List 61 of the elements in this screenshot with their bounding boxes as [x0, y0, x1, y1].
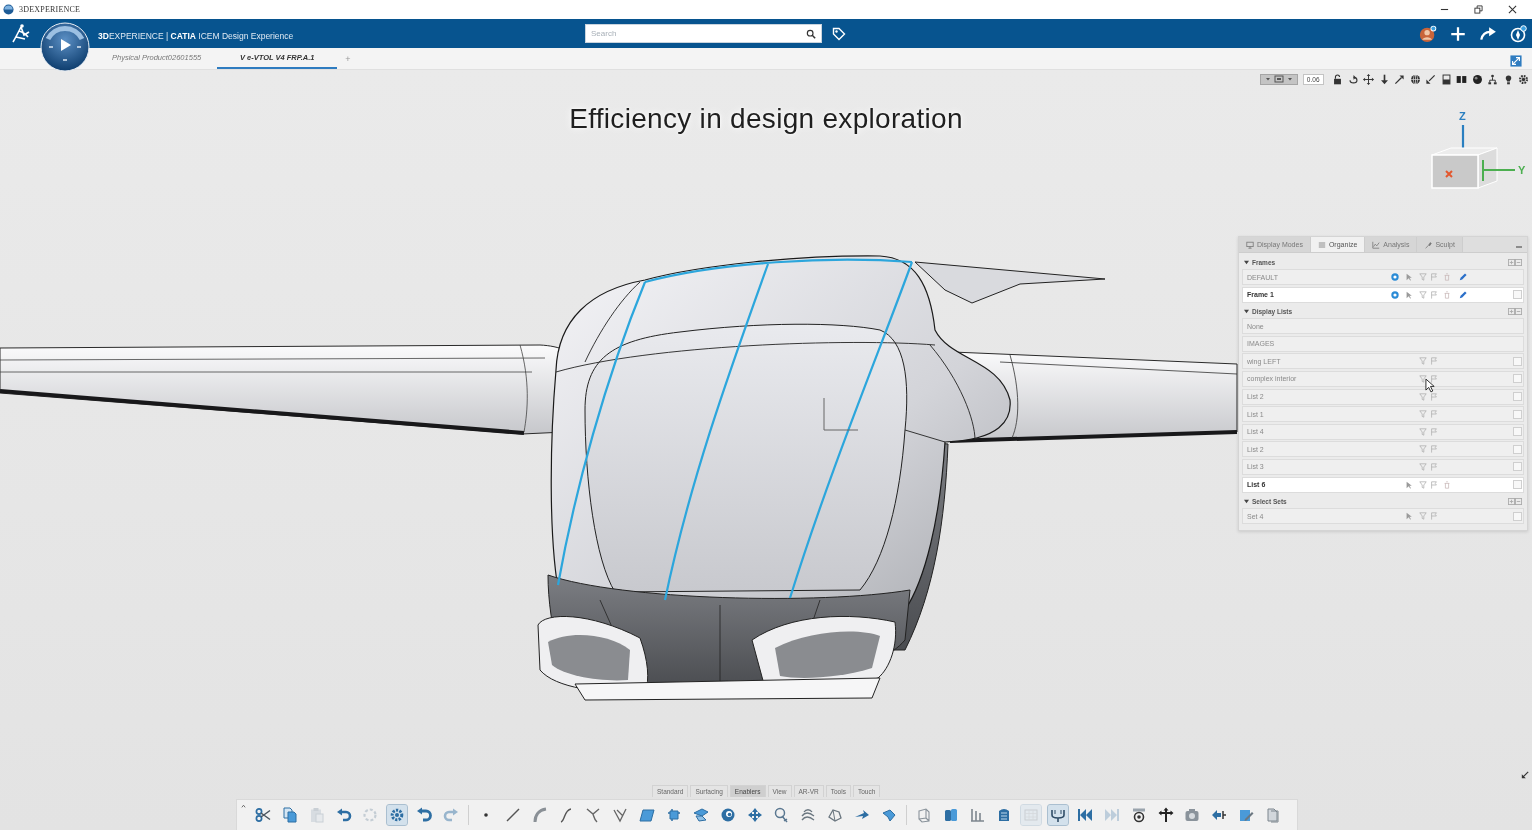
tree-icon[interactable] — [1487, 73, 1498, 85]
checkbox[interactable] — [1512, 290, 1522, 300]
tag-icon[interactable] — [832, 26, 846, 41]
caret-icon[interactable] — [1244, 259, 1249, 265]
down-arrow-icon[interactable] — [1378, 73, 1390, 85]
page-icon[interactable] — [1440, 73, 1452, 85]
compass-icon[interactable] — [1509, 24, 1527, 43]
compass-icon[interactable] — [40, 22, 90, 72]
checkbox[interactable] — [1512, 392, 1522, 402]
logo-icon[interactable] — [10, 22, 32, 45]
view-mode-button[interactable] — [1260, 73, 1299, 85]
chart-icon — [1372, 240, 1381, 249]
caret-icon[interactable] — [1244, 308, 1249, 314]
brush-icon — [1424, 240, 1433, 249]
checkbox[interactable] — [1512, 374, 1522, 384]
pointer-icon[interactable] — [1405, 512, 1413, 521]
diagonal-arrow-icon[interactable] — [1394, 73, 1405, 85]
ring-icon[interactable] — [1391, 273, 1399, 281]
app-name: 3DEXPERIENCE — [19, 5, 81, 14]
pointer-icon[interactable] — [1405, 273, 1413, 281]
search-icon[interactable] — [806, 28, 816, 39]
chevron-up-icon[interactable] — [241, 804, 246, 809]
rotate-icon[interactable] — [1347, 73, 1359, 85]
lock-icon[interactable] — [1332, 73, 1343, 85]
trident-icon[interactable] — [1048, 805, 1068, 825]
checkbox[interactable] — [1512, 356, 1522, 366]
axis-label: Y — [1518, 164, 1526, 176]
checkbox[interactable] — [1512, 409, 1522, 419]
checkbox[interactable] — [1512, 511, 1522, 521]
plus-icon[interactable] — [1449, 24, 1467, 43]
checkbox[interactable] — [1512, 480, 1522, 490]
display-mode-icon — [1264, 75, 1295, 83]
ball-icon[interactable] — [1471, 73, 1483, 85]
restore-icon[interactable] — [1474, 5, 1483, 14]
list-icon — [1317, 240, 1326, 249]
pencil-icon[interactable] — [1459, 273, 1467, 281]
axis-label: Z — [1459, 110, 1466, 122]
columns-icon[interactable] — [1456, 73, 1467, 85]
monitor-icon — [1246, 240, 1254, 249]
checkbox[interactable] — [1512, 427, 1522, 437]
app-title: 3DEXPERIENCE | CATIA ICEM Design Experience — [98, 30, 294, 41]
pan-icon[interactable] — [1363, 73, 1374, 85]
cursor-icon — [1425, 378, 1436, 393]
share-icon[interactable] — [1479, 24, 1497, 43]
add-tab-button[interactable]: + — [341, 48, 355, 69]
close-icon[interactable] — [1508, 5, 1517, 14]
avatar-icon[interactable] — [1419, 24, 1437, 43]
app-logo-icon — [3, 4, 14, 15]
view-cube[interactable] — [1431, 125, 1516, 189]
checkbox[interactable] — [1512, 462, 1522, 472]
video-caption: Efficiency in design exploration — [569, 103, 963, 134]
collapse-icon[interactable] — [1425, 73, 1436, 85]
diagonal-arrow-icon[interactable] — [1521, 771, 1529, 779]
settings-icon[interactable] — [1518, 73, 1529, 85]
gear-icon[interactable] — [387, 805, 408, 825]
pointer-icon[interactable] — [1405, 480, 1413, 489]
search-field[interactable]: Search — [585, 24, 822, 43]
globe-icon[interactable] — [1409, 73, 1421, 85]
checkbox[interactable] — [1512, 444, 1522, 454]
caret-icon[interactable] — [1244, 498, 1249, 504]
fullscreen-icon[interactable] — [1510, 55, 1522, 67]
